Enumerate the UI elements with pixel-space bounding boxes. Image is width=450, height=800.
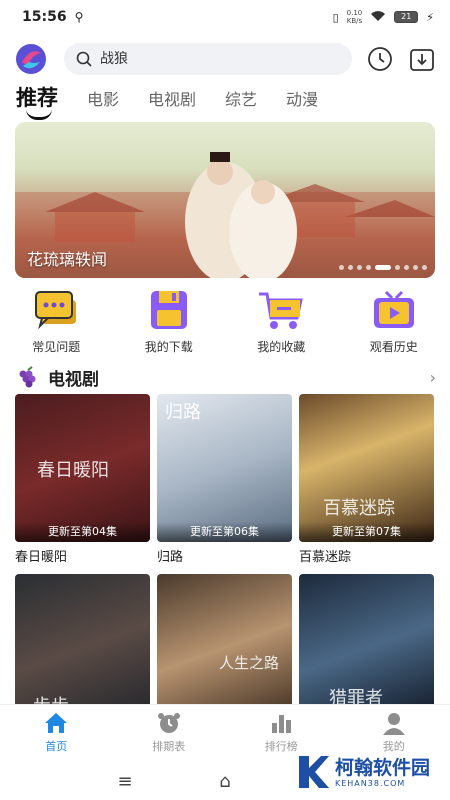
poster-image: 人生之路 bbox=[157, 574, 292, 722]
episode-badge: 更新至第07集 bbox=[299, 522, 434, 542]
chat-bubble-icon bbox=[35, 291, 77, 330]
banner-dot[interactable] bbox=[413, 265, 418, 270]
tab-movies[interactable]: 电影 bbox=[87, 80, 119, 110]
nav-label: 首页 bbox=[45, 740, 68, 753]
quick-link-label: 我的收藏 bbox=[257, 340, 306, 354]
media-card[interactable]: 春日暖阳 更新至第04集 春日暖阳 bbox=[15, 394, 150, 565]
episode-badge: 更新至第04集 bbox=[15, 522, 150, 542]
banner-dot[interactable] bbox=[348, 265, 353, 270]
app-logo[interactable] bbox=[14, 42, 48, 76]
quick-link-label: 观看历史 bbox=[369, 340, 418, 354]
banner-pagination bbox=[339, 265, 427, 270]
poster-image: 猎罪者 bbox=[299, 574, 434, 722]
user-icon bbox=[382, 713, 405, 735]
wifi-icon bbox=[370, 10, 386, 25]
watermark-url: KEHAN38.COM bbox=[334, 778, 406, 788]
card-title: 春日暖阳 bbox=[15, 550, 68, 565]
system-home-icon[interactable]: ⌂ bbox=[175, 771, 275, 792]
quick-link-label: 常见问题 bbox=[32, 340, 81, 354]
banner-dot[interactable] bbox=[395, 265, 400, 270]
nav-label: 排行榜 bbox=[264, 740, 298, 753]
tv-grid: 春日暖阳 更新至第04集 春日暖阳 归路 更新至第06集 归路 百慕迷踪 更新至… bbox=[15, 394, 435, 744]
chevron-right-icon[interactable]: › bbox=[430, 368, 436, 387]
nav-home[interactable]: 首页 bbox=[0, 705, 113, 762]
banner-dot[interactable] bbox=[357, 265, 362, 270]
tab-recommend[interactable]: 推荐 bbox=[16, 80, 58, 120]
category-tabs: 推荐 电影 电视剧 综艺 动漫 bbox=[16, 80, 347, 120]
charging-icon: ⚡ bbox=[426, 10, 434, 24]
banner-dot[interactable] bbox=[339, 265, 344, 270]
poster-text: 春日暖阳 bbox=[37, 460, 109, 481]
banner-dot-active[interactable] bbox=[375, 265, 391, 270]
watermark-logo bbox=[298, 756, 329, 788]
shopping-cart-icon bbox=[259, 292, 304, 329]
bar-chart-icon bbox=[272, 715, 292, 733]
section-title: 电视剧 bbox=[48, 369, 99, 390]
history-clock-icon[interactable] bbox=[366, 45, 394, 73]
menu-icon[interactable]: ≡ bbox=[75, 771, 175, 792]
search-input[interactable] bbox=[100, 51, 320, 67]
net-speed: 0.10 KB/s bbox=[347, 9, 363, 25]
status-bar: 15:56 ⚲ ▯ 0.10 KB/s 21 ⚡ bbox=[0, 0, 450, 34]
tv-section-header[interactable]: 电视剧 › bbox=[16, 364, 436, 390]
media-card[interactable]: 百慕迷踪 更新至第07集 百慕迷踪 bbox=[299, 394, 434, 565]
quick-link-label: 我的下载 bbox=[144, 340, 193, 354]
vibrate-icon: ▯ bbox=[332, 10, 339, 24]
banner-title: 花琉璃轶闻 bbox=[27, 250, 108, 269]
poster-image: 步步 bbox=[15, 574, 150, 722]
poster-text: 百慕迷踪 bbox=[323, 498, 395, 519]
card-title: 归路 bbox=[157, 550, 184, 565]
status-time: 15:56 bbox=[22, 9, 67, 25]
poster-image: 春日暖阳 更新至第04集 bbox=[15, 394, 150, 542]
net-speed-value: 0.10 bbox=[346, 9, 363, 17]
net-speed-unit: KB/s bbox=[346, 17, 363, 25]
media-card[interactable]: 归路 更新至第06集 归路 bbox=[157, 394, 292, 565]
quick-link-favorites[interactable]: 我的收藏 bbox=[225, 288, 338, 358]
quick-link-history[interactable]: 观看历史 bbox=[338, 288, 450, 358]
episode-badge: 更新至第06集 bbox=[157, 522, 292, 542]
search-icon bbox=[76, 51, 92, 67]
poster-text: 归路 bbox=[165, 402, 201, 423]
banner-dot[interactable] bbox=[422, 265, 427, 270]
download-icon[interactable] bbox=[408, 45, 436, 73]
grapes-icon bbox=[19, 366, 36, 388]
banner-dot[interactable] bbox=[366, 265, 371, 270]
status-indicators: ▯ 0.10 KB/s 21 ⚡ bbox=[333, 9, 434, 25]
poster-text: 人生之路 bbox=[219, 654, 280, 672]
floppy-disk-icon bbox=[150, 291, 187, 329]
tab-variety[interactable]: 综艺 bbox=[225, 80, 257, 110]
alarm-clock-icon bbox=[157, 713, 180, 733]
search-box[interactable] bbox=[64, 43, 352, 75]
tab-tv-series[interactable]: 电视剧 bbox=[148, 80, 196, 110]
search-row bbox=[0, 40, 450, 78]
tab-anime[interactable]: 动漫 bbox=[286, 80, 318, 110]
home-icon bbox=[45, 713, 68, 733]
usb-icon: ⚲ bbox=[74, 10, 84, 24]
quick-link-downloads[interactable]: 我的下载 bbox=[113, 288, 226, 358]
card-title: 百慕迷踪 bbox=[299, 550, 352, 565]
quick-links: 常见问题 我的下载 我的收藏 观看历史 bbox=[0, 288, 450, 358]
poster-image: 百慕迷踪 更新至第07集 bbox=[299, 394, 434, 542]
watermark-name: 柯翰软件园 bbox=[334, 756, 430, 779]
banner-dot[interactable] bbox=[404, 265, 409, 270]
watermark-text: 柯翰软件园 KEHAN38.COM bbox=[335, 757, 430, 788]
quick-link-faq[interactable]: 常见问题 bbox=[0, 288, 113, 358]
nav-schedule[interactable]: 排期表 bbox=[113, 705, 226, 762]
tv-play-icon bbox=[373, 290, 414, 328]
battery-indicator: 21 bbox=[394, 11, 419, 23]
featured-banner[interactable]: 花琉璃轶闻 bbox=[15, 122, 435, 278]
site-watermark: 柯翰软件园 KEHAN38.COM bbox=[295, 752, 430, 792]
poster-image: 归路 更新至第06集 bbox=[157, 394, 292, 542]
nav-label: 排期表 bbox=[152, 740, 186, 753]
